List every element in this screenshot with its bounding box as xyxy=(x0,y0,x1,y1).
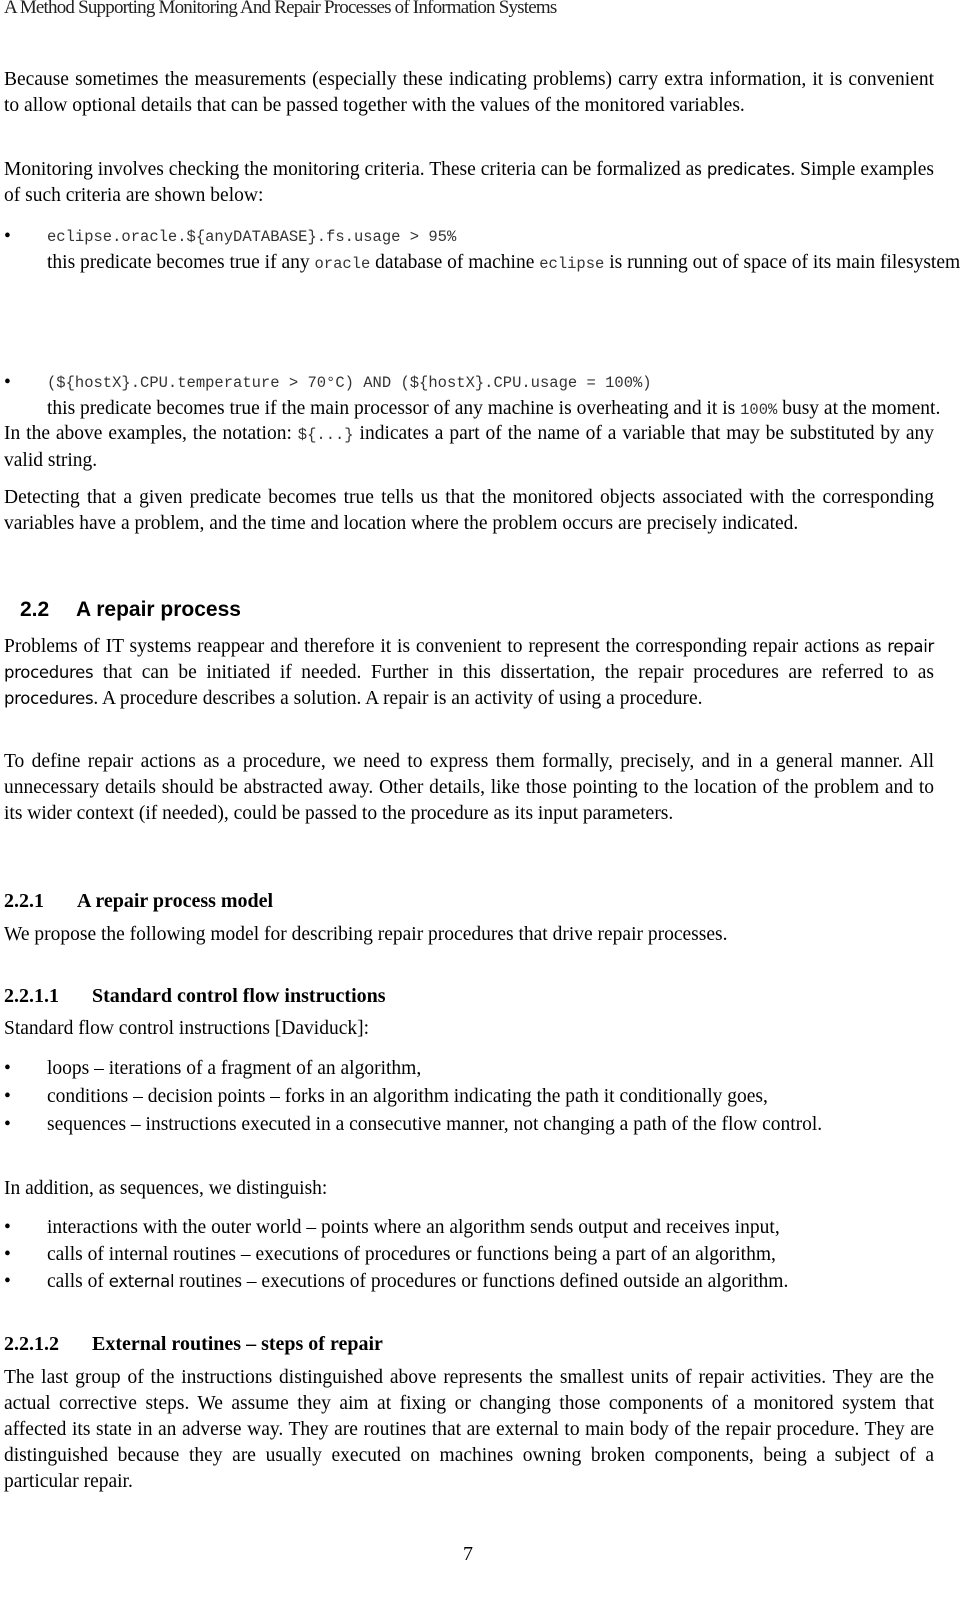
list-item: • loops – iterations of a fragment of an … xyxy=(4,1056,934,1082)
term: predicates xyxy=(706,160,791,179)
section-title: External routines – steps of repair xyxy=(92,1333,383,1355)
text: this predicate becomes true if any xyxy=(47,252,315,273)
paragraph: Monitoring involves checking the monitor… xyxy=(4,157,934,209)
bullet: • xyxy=(4,1271,11,1292)
predicate-code: eclipse.oracle.${anyDATABASE}.fs.usage >… xyxy=(47,228,457,246)
text: busy at the moment. xyxy=(777,398,941,419)
section-number: 2.2.1.1 xyxy=(4,985,59,1007)
text: database of machine xyxy=(370,252,540,273)
section-title: A repair process xyxy=(76,598,241,621)
bullet-list: • loops – iterations of a fragment of an … xyxy=(4,1056,934,1138)
term: external xyxy=(108,1272,175,1291)
bullet: • xyxy=(4,1114,11,1135)
code: oracle xyxy=(314,255,371,273)
subsection-heading: 2.2.1 A repair process model xyxy=(4,890,273,913)
text: sequences – instructions executed in a c… xyxy=(47,1114,823,1135)
bullet: • xyxy=(4,1217,11,1238)
text: this predicate becomes true if the main … xyxy=(47,398,741,419)
list-item: • calls of internal routines – executions… xyxy=(4,1242,934,1268)
text: interactions with the outer world – poin… xyxy=(47,1217,780,1238)
page-number: 7 xyxy=(463,1543,473,1565)
bullet: • xyxy=(4,226,11,247)
code: 100% xyxy=(740,401,778,419)
bullet: • xyxy=(4,372,11,393)
bullet-list: • interactions with the outer world – poi… xyxy=(4,1215,934,1295)
text: is running out of space of its main file… xyxy=(604,252,960,273)
text: Monitoring involves checking the monitor… xyxy=(4,159,707,180)
text: In the above examples, the notation: xyxy=(4,423,298,444)
section-number: 2.2.1.2 xyxy=(4,1333,59,1355)
text: that can be initiated if needed. Further… xyxy=(93,662,934,683)
section-number: 2.2.1 xyxy=(4,890,44,912)
list-item: • eclipse.oracle.${anyDATABASE}.fs.usage… xyxy=(4,224,960,277)
running-header: A Method Supporting Monitoring And Repai… xyxy=(4,0,557,18)
text: calls of internal routines – executions … xyxy=(47,1244,776,1265)
bullet: • xyxy=(4,1058,11,1079)
paragraph: Problems of IT systems reappear and ther… xyxy=(4,634,934,712)
text: conditions – decision points – forks in … xyxy=(47,1086,768,1107)
predicate-code: (${hostX}.CPU.temperature > 70°C) AND ($… xyxy=(47,374,652,392)
text: calls of xyxy=(47,1271,109,1292)
paragraph: Detecting that a given predicate becomes… xyxy=(4,487,934,534)
subsubsection-heading: 2.2.1.2 External routines – steps of repa… xyxy=(4,1333,383,1356)
code: eclipse xyxy=(539,255,605,273)
term: procedures xyxy=(4,689,94,708)
paragraph: In the above examples, the notation: ${.… xyxy=(4,421,934,474)
bullet: • xyxy=(4,1086,11,1107)
section-title: Standard control flow instructions xyxy=(92,985,386,1007)
section-heading: 2.2 A repair process xyxy=(20,598,241,622)
text: loops – iterations of a fragment of an a… xyxy=(47,1058,422,1079)
text: routines – executions of procedures or f… xyxy=(174,1271,789,1292)
paragraph: Standard flow control instructions [Davi… xyxy=(4,1018,370,1039)
text: . A procedure describes a solution. A re… xyxy=(93,688,703,709)
list-item: • interactions with the outer world – poi… xyxy=(4,1215,934,1241)
list-item: • conditions – decision points – forks in… xyxy=(4,1084,934,1110)
code: ${...} xyxy=(297,426,354,444)
list-item: • (${hostX}.CPU.temperature > 70°C) AND … xyxy=(4,370,960,423)
paragraph: Because sometimes the measurements (espe… xyxy=(4,69,934,116)
text: Problems of IT systems reappear and ther… xyxy=(4,636,888,657)
paragraph: To define repair actions as a procedure,… xyxy=(4,751,934,824)
list-item: • calls of external routines – executions… xyxy=(4,1269,934,1295)
section-number: 2.2 xyxy=(20,598,50,621)
paragraph: In addition, as sequences, we distinguis… xyxy=(4,1178,328,1199)
paragraph: We propose the following model for descr… xyxy=(4,924,728,945)
subsubsection-heading: 2.2.1.1 Standard control flow instruction… xyxy=(4,985,386,1008)
section-title: A repair process model xyxy=(77,890,274,912)
paragraph: The last group of the instructions disti… xyxy=(4,1367,934,1492)
bullet: • xyxy=(4,1244,11,1265)
list-item: • sequences – instructions executed in a … xyxy=(4,1112,934,1138)
